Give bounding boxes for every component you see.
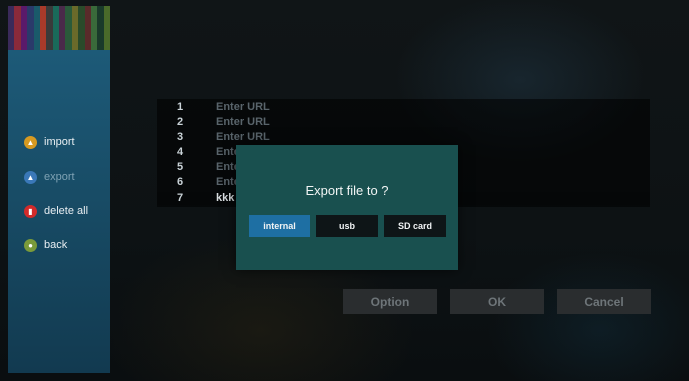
dialog-title: Export file to ? (305, 183, 389, 198)
option-button[interactable]: Option (343, 289, 437, 314)
ok-button[interactable]: OK (450, 289, 544, 314)
sidebar: ▲ import ▲ export ▮ delete all ● back (8, 50, 110, 373)
screen: ▲ import ▲ export ▮ delete all ● back 1 … (0, 0, 689, 381)
url-text: Enter URL (216, 131, 270, 143)
import-icon: ▲ (24, 135, 37, 149)
sidebar-item-label: import (44, 136, 75, 148)
sidebar-item-export[interactable]: ▲ export (24, 167, 75, 187)
row-number: 6 (177, 176, 184, 188)
list-item[interactable]: 2 Enter URL (157, 116, 650, 129)
list-item[interactable]: 1 Enter URL (157, 101, 650, 114)
row-number: 1 (177, 101, 184, 113)
sidebar-item-import[interactable]: ▲ import (24, 132, 75, 152)
export-icon: ▲ (24, 170, 37, 184)
list-item[interactable]: 3 Enter URL (157, 131, 650, 144)
sidebar-item-label: back (44, 239, 68, 251)
back-icon: ● (24, 238, 37, 252)
sidebar-item-label: export (44, 171, 75, 183)
sidebar-item-label: delete all (44, 205, 89, 217)
decorative-stripes (8, 6, 110, 50)
usb-option-button[interactable]: usb (316, 215, 378, 237)
row-number: 2 (177, 116, 184, 128)
row-number: 5 (177, 161, 184, 173)
row-number: 4 (177, 146, 184, 158)
export-dialog: Export file to ? internal usb SD card (236, 145, 458, 270)
url-text: kkk (216, 192, 235, 204)
row-number: 3 (177, 131, 184, 143)
cancel-button[interactable]: Cancel (557, 289, 651, 314)
internal-option-button[interactable]: internal (249, 215, 310, 237)
trash-icon: ▮ (24, 204, 37, 218)
url-text: Enter URL (216, 116, 270, 128)
sidebar-item-back[interactable]: ● back (24, 235, 67, 255)
url-text: Enter URL (216, 101, 270, 113)
sd-card-option-button[interactable]: SD card (384, 215, 446, 237)
row-number: 7 (177, 192, 184, 204)
sidebar-item-delete-all[interactable]: ▮ delete all (24, 201, 88, 221)
